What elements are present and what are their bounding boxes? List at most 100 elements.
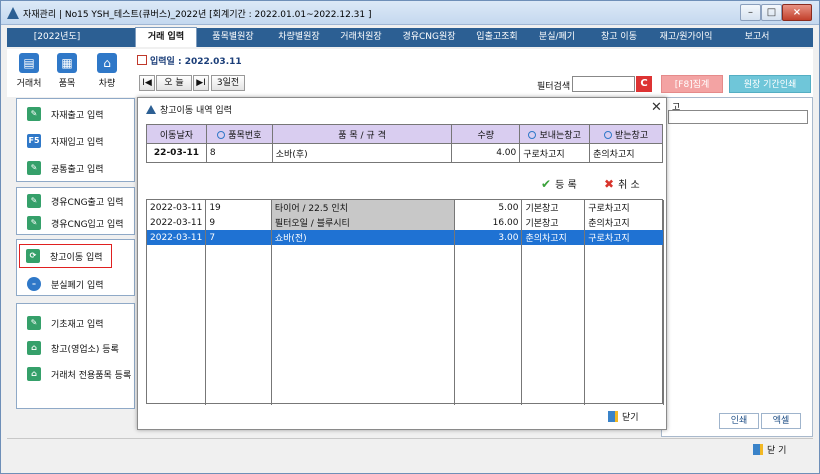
filter-label: 필터검색 (537, 82, 571, 92)
cell-quantity: 16.00 (454, 215, 523, 230)
menu-cng-ledger[interactable]: 경유CNG원장 (393, 28, 465, 47)
minus-icon: – (27, 277, 41, 291)
search-icon[interactable] (528, 130, 537, 139)
register-button[interactable]: ✔ 등 록 (541, 176, 577, 191)
nav-today-button[interactable]: 오 늘 (156, 75, 192, 91)
home-icon: ⌂ (27, 341, 41, 355)
menu-client-ledger[interactable]: 거래처원장 (331, 28, 391, 47)
title-bar: 자재관리 | No15 YSH_테스트(큐버스)_2022년 [회계기간 : 2… (1, 1, 819, 25)
cell-quantity: 3.00 (454, 230, 523, 245)
excel-button[interactable]: 엑셀 (761, 413, 801, 429)
ledger-period-print-button[interactable]: 원장 기간인쇄 (729, 75, 811, 93)
sidebar-item-label: 기초재고 입력 (51, 320, 104, 330)
menu-loss-disposal[interactable]: 분실/폐기 (529, 28, 585, 47)
sidebar-item-warehouse-move[interactable]: ⟳ 창고이동 입력 (19, 244, 112, 268)
col-receive-warehouse-label: 받는창고 (614, 130, 649, 141)
cell-date: 2022-03-11 (147, 200, 207, 215)
dialog-title: 창고이동 내역 입력 (146, 103, 232, 116)
menu-year[interactable]: [2022년도] (7, 28, 107, 47)
col-send-warehouse: 보내는창고 (519, 124, 591, 144)
menu-transaction-input[interactable]: 거래 입력 (135, 27, 197, 47)
cancel-label: 취 소 (618, 180, 640, 191)
print-button[interactable]: 인쇄 (719, 413, 759, 429)
cancel-button[interactable]: ✖ 취 소 (604, 176, 640, 191)
minimize-button[interactable]: – (740, 4, 761, 21)
sidebar-group-move: ⟳ 창고이동 입력 – 분실폐기 입력 (16, 239, 135, 296)
refresh-button[interactable]: C (636, 76, 652, 92)
table-row[interactable]: 2022-03-11 19 타이어 / 22.5 인치 5.00 기본창고 구로… (147, 200, 664, 215)
sidebar-group-cng: ✎ 경유CNG출고 입력 ✎ 경유CNG입고 입력 (16, 187, 135, 235)
move-date-input[interactable]: 22-03-11 (146, 143, 207, 163)
sidebar-item-label: 자재출고 입력 (51, 111, 104, 121)
document-icon: ▦ (57, 53, 77, 73)
cell-send-warehouse: 기본창고 (521, 200, 586, 215)
menu-stock-cost[interactable]: 재고/원가이익 (651, 28, 721, 47)
divider (7, 438, 813, 439)
col-send-warehouse-label: 보내는창고 (539, 130, 581, 141)
search-icon[interactable] (603, 130, 612, 139)
move-list: 2022-03-11 19 타이어 / 22.5 인치 5.00 기본창고 구로… (146, 199, 664, 405)
sidebar: ✎ 자재출고 입력 F5 자재입고 입력 ✎ 공통출고 입력 ✎ 경유CNG출고 입력 … (16, 96, 135, 409)
cell-date: 2022-03-11 (147, 215, 207, 230)
dialog-close-icon[interactable]: ✕ (651, 100, 662, 115)
toolbar-item-button[interactable]: ▦ 품목 (49, 53, 85, 89)
item-number-input[interactable]: 8 (205, 143, 273, 163)
close-window-button[interactable]: × (782, 4, 812, 21)
table-row[interactable]: 2022-03-11 9 필터오일 / 블루시티 16.00 기본창고 춘의차고… (147, 215, 664, 230)
send-warehouse-input[interactable]: 구로차고지 (519, 143, 591, 163)
toolbar-client-button[interactable]: ▤ 거래처 (11, 53, 47, 89)
menu-item-ledger[interactable]: 품목별원장 (203, 28, 263, 47)
cell-item-spec: 타이어 / 22.5 인치 (271, 200, 455, 215)
sidebar-item-warehouse-register[interactable]: ⌂ 창고(영업소) 등록 (21, 337, 131, 359)
nav-next-button[interactable]: ▶I (193, 75, 209, 91)
sidebar-item-material-in[interactable]: F5 자재입고 입력 (21, 130, 131, 152)
sidebar-item-label: 경유CNG입고 입력 (51, 220, 124, 230)
app-window: 자재관리 | No15 YSH_테스트(큐버스)_2022년 [회계기간 : 2… (0, 0, 820, 474)
quantity-input[interactable]: 4.00 (451, 143, 521, 163)
sidebar-item-cng-in[interactable]: ✎ 경유CNG입고 입력 (21, 212, 131, 234)
pencil-icon: ✎ (27, 107, 41, 121)
edit-box-icon: ✎ (27, 316, 41, 330)
sidebar-group-material: ✎ 자재출고 입력 F5 자재입고 입력 ✎ 공통출고 입력 (16, 98, 135, 182)
main-close-button[interactable]: 닫 기 (753, 444, 786, 458)
sidebar-item-base-stock[interactable]: ✎ 기초재고 입력 (21, 312, 131, 334)
toolbar-vehicle-button[interactable]: ⌂ 차량 (89, 53, 125, 89)
sidebar-item-cng-out[interactable]: ✎ 경유CNG출고 입력 (21, 190, 131, 212)
col-item-spec: 품 목 / 규 격 (271, 124, 453, 144)
menu-inout-query[interactable]: 입출고조회 (467, 28, 527, 47)
col-move-date: 이동날자 (146, 124, 207, 144)
cell-date: 2022-03-11 (147, 230, 207, 245)
sidebar-item-label: 분실폐기 입력 (51, 281, 104, 291)
table-row-selected[interactable]: 2022-03-11 7 쇼바(전) 3.00 춘의차고지 구로차고지 (147, 230, 664, 245)
cell-receive-warehouse: 구로차고지 (584, 200, 664, 215)
f8-aggregate-button[interactable]: [F8]집계 (661, 75, 723, 93)
cell-item-number: 7 (205, 230, 272, 245)
sidebar-item-label: 공통출고 입력 (51, 165, 104, 175)
sidebar-item-client-items[interactable]: ⌂ 거래처 전용품목 등록 (21, 363, 131, 385)
nav-first-button[interactable]: I◀ (139, 75, 155, 91)
menu-vehicle-ledger[interactable]: 차량별원장 (269, 28, 329, 47)
item-spec-input[interactable]: 소바(후) (271, 143, 453, 163)
input-date: 입력일 : 2022.03.11 (137, 54, 242, 67)
dialog-close-button[interactable]: 닫기 (608, 410, 639, 423)
cell-receive-warehouse: 춘의차고지 (584, 215, 664, 230)
sidebar-item-material-out[interactable]: ✎ 자재출고 입력 (21, 103, 131, 125)
receive-warehouse-input[interactable]: 춘의차고지 (589, 143, 663, 163)
nav-three-days-button[interactable]: 3일전 (211, 75, 245, 91)
menu-report[interactable]: 보고서 (729, 28, 785, 47)
search-icon[interactable] (217, 130, 226, 139)
maximize-button[interactable]: □ (761, 4, 782, 21)
warehouse-move-dialog: 창고이동 내역 입력 ✕ 이동날자 품목번호 품 목 / 규 격 수량 보내는창… (137, 97, 667, 430)
main-menu: [2022년도] 거래 입력 품목별원장 차량별원장 거래처원장 경유CNG원장… (7, 27, 813, 47)
sidebar-item-loss-disposal[interactable]: – 분실폐기 입력 (21, 273, 131, 295)
cell-item-spec: 쇼바(전) (271, 230, 455, 245)
col-receive-warehouse: 받는창고 (589, 124, 663, 144)
menu-warehouse-move[interactable]: 창고 이동 (589, 28, 649, 47)
filter-input[interactable] (572, 76, 635, 92)
sidebar-item-common-out[interactable]: ✎ 공통출고 입력 (21, 157, 131, 179)
col-quantity: 수량 (451, 124, 521, 144)
sidebar-item-label: 자재입고 입력 (51, 138, 104, 148)
x-icon: ✖ (604, 177, 615, 191)
cell-quantity: 5.00 (454, 200, 523, 215)
input-date-label: 입력일 : 2022.03.11 (150, 57, 242, 67)
